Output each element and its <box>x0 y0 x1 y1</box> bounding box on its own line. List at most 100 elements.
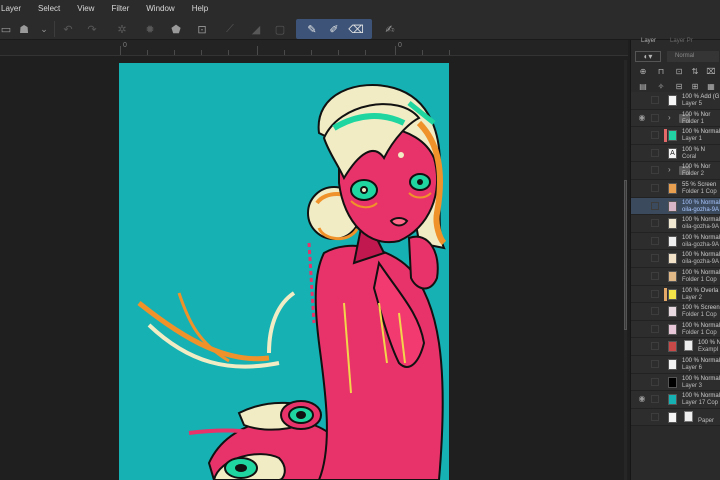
loading-icon[interactable]: ✲ <box>114 21 130 37</box>
artwork-canvas[interactable] <box>119 63 449 480</box>
layer-row[interactable]: 100 % Overla Layer 2 <box>631 285 720 304</box>
pencil-tool-icon[interactable]: ✐ <box>326 21 342 37</box>
canvas-area[interactable]: 0 0 <box>0 40 628 480</box>
lock-toggle[interactable] <box>651 342 659 351</box>
lock-toggle[interactable] <box>651 148 659 157</box>
visibility-eye-icon[interactable]: ◉ <box>637 113 647 122</box>
lock-toggle[interactable] <box>651 360 659 368</box>
visibility-eye-icon[interactable] <box>637 166 647 174</box>
fill-icon[interactable]: ⬟ <box>168 21 184 37</box>
lock-toggle[interactable] <box>651 236 659 245</box>
reference-layer-icon[interactable]: ⇅ <box>689 65 701 77</box>
layer-row[interactable]: 100 % Normal Folder 1 Cop <box>631 320 720 339</box>
menu-filter[interactable]: Filter <box>102 0 137 18</box>
layer-row[interactable]: 100 % Screen Folder 1 Cop <box>631 303 720 321</box>
visibility-eye-icon[interactable] <box>637 360 647 368</box>
mask-icon[interactable]: ⊟ <box>673 80 685 92</box>
ruler-icon[interactable]: ✧ <box>655 80 667 92</box>
vertical-scrollbar[interactable] <box>624 60 627 480</box>
layer-row[interactable]: 100 % Normal Folder 1 Cop <box>631 268 720 286</box>
layer-row[interactable]: 100 % Normal oila-gozha-9A <box>631 250 720 268</box>
visibility-eye-icon[interactable] <box>637 378 647 386</box>
layer-settings-icon[interactable]: ⊕ <box>637 65 649 77</box>
menu-layer[interactable]: Layer <box>0 0 29 18</box>
layer-row[interactable]: 100 % Normal oila-gozha-9A <box>631 232 720 251</box>
ruler-label: 0 <box>398 42 402 49</box>
merge-icon[interactable]: ⊞ <box>689 80 701 92</box>
blend-mode-select[interactable]: Normal <box>667 51 719 62</box>
layer-list-icon[interactable]: ▤ <box>637 80 649 92</box>
lock-toggle[interactable] <box>651 219 659 228</box>
selection-border-icon[interactable]: ▢ <box>272 21 288 37</box>
menu-select[interactable]: Select <box>29 0 68 18</box>
chevron-right-icon[interactable]: › <box>668 113 671 122</box>
visibility-eye-icon[interactable] <box>637 149 647 157</box>
layer-row[interactable]: Paper <box>631 408 720 427</box>
visibility-eye-icon[interactable] <box>637 96 647 104</box>
eraser-tool-icon[interactable]: ⌫ <box>348 21 364 37</box>
visibility-eye-icon[interactable]: ◉ <box>637 395 647 403</box>
lock-toggle[interactable] <box>651 166 659 175</box>
visibility-eye-icon[interactable] <box>637 413 647 421</box>
visibility-eye-icon[interactable] <box>637 307 647 315</box>
deselect-icon[interactable]: ⟋ <box>222 21 238 37</box>
visibility-eye-icon[interactable] <box>637 272 647 280</box>
lock-toggle[interactable] <box>651 96 659 104</box>
delete-layer-icon[interactable]: ▦ <box>705 80 717 92</box>
clip-icon[interactable]: ⊓ <box>655 65 667 77</box>
lock-toggle[interactable] <box>651 254 659 263</box>
blend-mode-toggle[interactable]: ◐▾ <box>635 51 661 62</box>
clear-icon[interactable]: ✹ <box>142 21 158 37</box>
menu-help[interactable]: Help <box>183 0 216 18</box>
visibility-eye-icon[interactable] <box>637 184 647 192</box>
layer-row[interactable]: 100 % Normal oila-gozha-9A <box>631 197 720 216</box>
layer-row[interactable]: 100 % Normal oila-gozha-9A <box>631 215 720 233</box>
visibility-eye-icon[interactable] <box>637 219 647 227</box>
lock-toggle[interactable] <box>651 289 659 298</box>
visibility-eye-icon[interactable] <box>637 202 647 210</box>
visibility-eye-icon[interactable] <box>637 290 647 298</box>
lock-toggle[interactable] <box>651 201 659 210</box>
layer-row[interactable]: ◉ 100 % Normal Layer 17 Cop <box>631 391 720 409</box>
visibility-eye-icon[interactable] <box>637 254 647 262</box>
print-icon[interactable]: ▭ <box>0 21 14 37</box>
tab-layer[interactable]: Layer <box>631 38 660 44</box>
invert-selection-icon[interactable]: ◢ <box>248 21 264 37</box>
tab-layer-property[interactable]: Layer Pr <box>660 38 697 44</box>
undo-icon[interactable]: ↶ <box>60 21 76 37</box>
lock-toggle[interactable] <box>651 412 659 421</box>
menu-window[interactable]: Window <box>137 0 182 18</box>
chevron-down-icon[interactable]: ⌄ <box>36 21 52 37</box>
layer-row[interactable]: 100 % Add (G Layer 5 <box>631 92 720 110</box>
visibility-eye-icon[interactable] <box>637 342 647 350</box>
scrollbar-thumb[interactable] <box>624 180 627 330</box>
menu-view[interactable]: View <box>68 0 102 18</box>
lock-toggle[interactable] <box>651 377 659 386</box>
lock-toggle[interactable] <box>651 272 659 280</box>
lock-toggle[interactable] <box>651 395 659 404</box>
edit-icon[interactable]: ✍ <box>382 21 398 37</box>
visibility-eye-icon[interactable] <box>637 131 647 139</box>
layer-row[interactable]: 55 % Screen Folder 1 Cop <box>631 180 720 198</box>
pen-tool-icon[interactable]: ✎ <box>304 21 320 37</box>
lock-toggle[interactable] <box>651 307 659 316</box>
transform-icon[interactable]: ⊡ <box>194 21 210 37</box>
layer-row[interactable]: A 100 % N Coral <box>631 144 720 163</box>
layer-row[interactable]: 100 % N Exampl <box>631 338 720 356</box>
lock-toggle[interactable] <box>651 131 659 140</box>
lock-layer-icon[interactable]: ⌧ <box>705 65 717 77</box>
lock-toggle[interactable] <box>651 113 659 122</box>
lock-transparent-icon[interactable]: ⊡ <box>673 65 685 77</box>
layer-row[interactable]: ◉ › 100 % Nor Folder 1 <box>631 109 720 128</box>
layer-row[interactable]: 100 % Normal Layer 6 <box>631 356 720 374</box>
redo-icon[interactable]: ↷ <box>84 21 100 37</box>
layer-row[interactable]: 100 % Normal Layer 1 <box>631 127 720 145</box>
lock-toggle[interactable] <box>651 324 659 333</box>
visibility-eye-icon[interactable] <box>637 237 647 245</box>
layer-row[interactable]: 100 % Normal Layer 3 <box>631 373 720 392</box>
lock-toggle[interactable] <box>651 184 659 192</box>
visibility-eye-icon[interactable] <box>637 325 647 333</box>
chevron-right-icon[interactable]: › <box>668 165 671 174</box>
user-icon[interactable]: ☗ <box>16 21 32 37</box>
layer-row[interactable]: › 100 % Nor Folder 2 <box>631 162 720 180</box>
